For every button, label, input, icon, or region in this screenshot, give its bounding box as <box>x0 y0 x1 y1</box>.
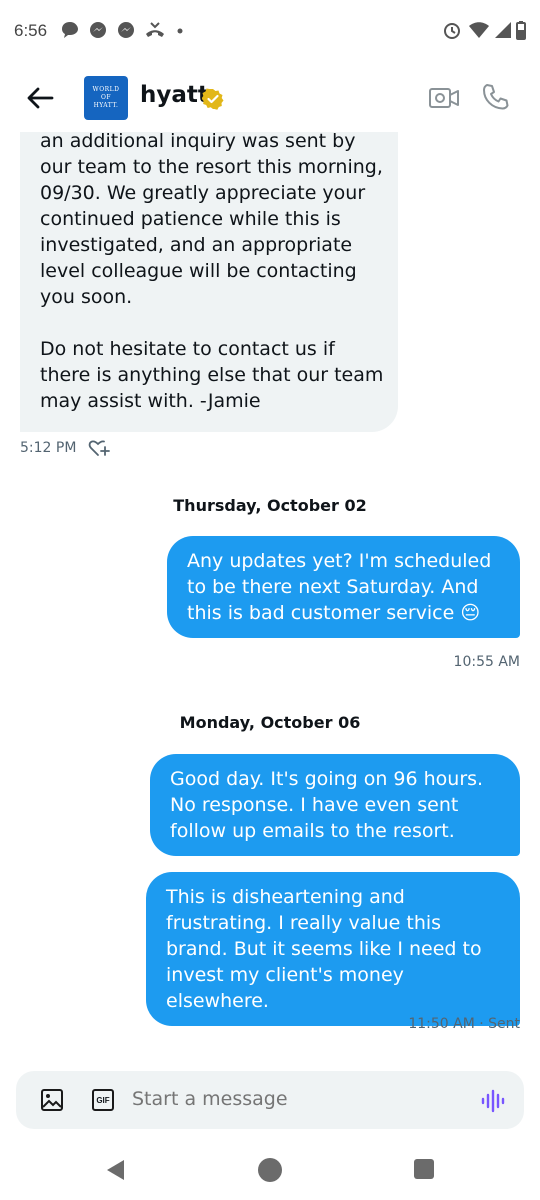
add-reaction-icon[interactable] <box>88 438 111 458</box>
phone-icon[interactable] <box>480 82 510 112</box>
message-input[interactable] <box>132 1088 452 1110</box>
outgoing-message-status: 11:50 AM · Sent <box>408 1016 520 1032</box>
outgoing-message-time: 10:55 AM <box>453 654 520 670</box>
outgoing-message-bubble[interactable]: This is disheartening and frustrating. I… <box>146 872 520 1026</box>
status-bar: 6:56 <box>0 0 540 64</box>
messenger-icon <box>118 22 134 38</box>
date-separator: Monday, October 06 <box>179 713 361 732</box>
outgoing-message-text: This is disheartening and frustrating. I… <box>166 886 482 1012</box>
verified-badge-icon <box>202 88 224 110</box>
nav-recents-icon[interactable] <box>414 1159 434 1179</box>
logo-line: OF <box>100 94 112 101</box>
incoming-message-time: 5:12 PM <box>20 440 77 456</box>
nav-back-icon[interactable] <box>104 1158 126 1182</box>
video-call-icon[interactable] <box>428 84 460 112</box>
outgoing-message-bubble[interactable]: Good day. It's going on 96 hours. No res… <box>150 754 520 856</box>
incoming-message-bubble[interactable]: an additional inquiry was sent by our te… <box>20 100 398 432</box>
logo-line: WORLD <box>92 86 120 93</box>
incoming-message-meta: 5:12 PM <box>20 438 111 458</box>
status-time: 6:56 <box>14 21 48 40</box>
alarm-icon <box>444 23 460 39</box>
outgoing-message-bubble[interactable]: Any updates yet? I'm scheduled to be the… <box>167 536 520 638</box>
image-icon[interactable] <box>40 1088 64 1112</box>
messenger-icon <box>90 22 106 38</box>
date-separator: Thursday, October 02 <box>173 496 367 515</box>
hyatt-avatar[interactable]: WORLD OF HYATT. <box>84 76 128 120</box>
outgoing-message-text: Good day. It's going on 96 hours. No res… <box>170 768 484 842</box>
signal-icon <box>495 22 511 38</box>
message-composer: GIF <box>16 1071 524 1129</box>
voice-message-icon[interactable] <box>480 1088 506 1114</box>
incoming-message-text: Do not hesitate to contact us if there i… <box>40 338 384 412</box>
back-arrow-icon[interactable] <box>24 82 56 114</box>
gif-button[interactable]: GIF <box>92 1089 114 1111</box>
dot-icon <box>177 28 183 34</box>
incoming-message-text: an additional inquiry was sent by our te… <box>40 130 383 308</box>
chat-bubble-icon <box>62 22 78 38</box>
missed-call-icon <box>146 22 164 37</box>
nav-home-icon[interactable] <box>258 1158 282 1182</box>
logo-line: HYATT. <box>93 102 119 109</box>
battery-icon <box>516 21 526 40</box>
android-navigation-bar <box>0 1140 540 1200</box>
wifi-icon <box>469 22 489 38</box>
conversation-title[interactable]: hyatt <box>140 82 209 108</box>
conversation-header: WORLD OF HYATT. hyatt <box>0 64 540 132</box>
outgoing-message-text: Any updates yet? I'm scheduled to be the… <box>187 550 492 624</box>
